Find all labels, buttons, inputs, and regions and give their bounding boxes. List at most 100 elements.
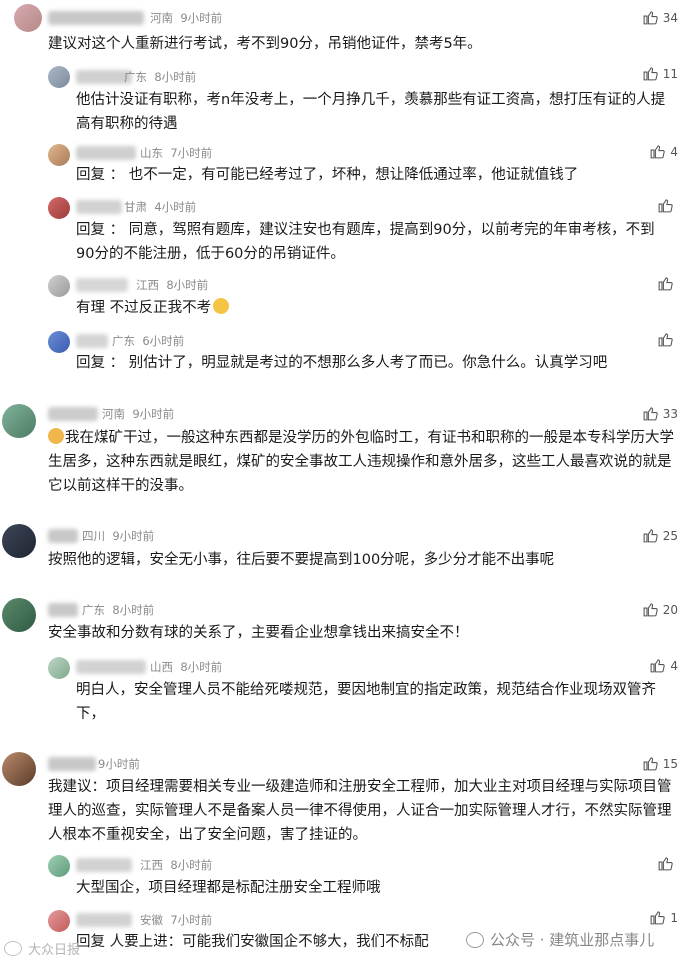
avatar[interactable] (48, 855, 70, 877)
like-button[interactable]: 20 (642, 601, 678, 618)
comment-text: 回复 ： 同意，驾照有题库，建议注安也有题库，提高到90分，以前考完的年审考核，… (76, 222, 655, 262)
reply-comment: 广东 6小时前 回复 ： 别估计了，明显就是考过的不想那么多人考了而已。你急什么… (0, 326, 686, 396)
avatar[interactable] (48, 331, 70, 353)
comment-text: 大型国企，项目经理都是标配注册安全工程师哦 (76, 880, 381, 896)
comment-text: 建议对这个人重新进行考试，考不到90分，吊销他证件，禁考5年。 (48, 36, 482, 52)
avatar[interactable] (48, 275, 70, 297)
thumbs-up-icon (643, 67, 658, 81)
like-button[interactable] (657, 197, 678, 214)
avatar[interactable] (2, 404, 36, 438)
comment-meta: 广东 8小时前 (124, 70, 197, 84)
comment-text: 回复 人要上进：可能我们安徽国企不够大，我们不标配 (76, 934, 429, 950)
username-blurred[interactable] (76, 278, 128, 292)
like-button[interactable] (657, 275, 678, 292)
avatar[interactable] (2, 752, 36, 786)
avatar[interactable] (14, 4, 42, 32)
comment-text: 回复 ： 别估计了，明显就是考过的不想那么多人考了而已。你急什么。认真学习吧 (76, 355, 608, 371)
reply-comment: 江西 8小时前 有理 不过反正我不考 (0, 270, 686, 326)
comment-meta: 山东 7小时前 (140, 146, 213, 160)
like-button[interactable]: 15 (642, 755, 678, 772)
thumbs-up-icon (643, 11, 658, 25)
username-blurred[interactable] (76, 913, 132, 927)
comment: 河南 9小时前 我在煤矿干过，一般这种东西都是没学历的外包临时工，有证书和职称的… (0, 398, 686, 520)
avatar[interactable] (2, 524, 36, 558)
comment-meta: 河南 9小时前 (102, 407, 175, 421)
username-blurred[interactable] (76, 660, 146, 674)
like-count: 20 (662, 602, 678, 617)
thumbs-up-icon (658, 199, 673, 213)
thumbs-up-icon (658, 277, 673, 291)
like-count: 34 (662, 10, 678, 25)
avatar[interactable] (48, 66, 70, 88)
emoji-smile-icon (213, 298, 230, 314)
like-count: 15 (662, 756, 678, 771)
like-count: 33 (662, 406, 678, 421)
thumbs-up-icon (658, 333, 673, 347)
thumbs-up-icon (658, 857, 673, 871)
watermark-left: 大众日报 (4, 939, 80, 958)
comment-meta: 甘肃 4小时前 (124, 200, 197, 214)
comment-text: 按照他的逻辑，安全无小事，往后要不要提高到100分呢，多少分才能不出事呢 (48, 552, 555, 568)
like-button[interactable]: 11 (642, 65, 678, 82)
comment-text: 明白人，安全管理人员不能给死喽规范，要因地制宜的指定政策，规范结合作业现场双管齐… (76, 682, 656, 722)
comment-text: 他估计没证有职称，考n年没考上，一个月挣几千，羡慕那些有证工资高，想打压有证的人… (76, 92, 666, 132)
like-count: 4 (670, 658, 678, 673)
thumbs-up-icon (650, 659, 666, 673)
like-button[interactable]: 25 (642, 527, 678, 544)
username-blurred[interactable] (48, 407, 98, 421)
emoji-cat-icon (48, 428, 64, 444)
avatar[interactable] (2, 598, 36, 632)
comment-meta: 广东 6小时前 (112, 334, 185, 348)
comment-meta: 广东 8小时前 (82, 603, 155, 617)
like-button[interactable]: 4 (649, 657, 678, 674)
like-button[interactable]: 1 (649, 909, 678, 926)
comment-text: 有理 不过反正我不考 (76, 296, 666, 320)
reply-comment: 山东 7小时前 回复 ： 也不一定，有可能已经考过了，坏种，想让降低通过率，他证… (0, 138, 686, 194)
username-blurred[interactable] (48, 11, 144, 25)
comment-text: 我建议：项目经理需要相关专业一级建造师和注册安全工程师，加大业主对项目经理与实际… (48, 779, 672, 843)
like-count: 25 (662, 528, 678, 543)
like-count: 1 (670, 910, 678, 925)
avatar[interactable] (48, 657, 70, 679)
comment-text: 我在煤矿干过，一般这种东西都是没学历的外包临时工，有证书和职称的一般是本专科学历… (48, 428, 674, 494)
reply-comment: 江西 8小时前 大型国企，项目经理都是标配注册安全工程师哦 (0, 850, 686, 906)
comment-meta: 河南 9小时前 (150, 11, 223, 25)
like-count: 11 (662, 66, 678, 81)
reply-comment: 山西 8小时前 明白人，安全管理人员不能给死喽规范，要因地制宜的指定政策，规范结… (0, 652, 686, 744)
wechat-logo-icon (466, 931, 484, 948)
comment: 四川 9小时前 按照他的逻辑，安全无小事，往后要不要提高到100分呢，多少分才能… (0, 520, 686, 594)
like-button[interactable] (657, 855, 678, 872)
comment: 广东 8小时前 安全事故和分数有球的关系了，主要看企业想拿钱出来搞安全不！ 20 (0, 594, 686, 652)
reply-comment: 甘肃 4小时前 回复 ： 同意，驾照有题库，建议注安也有题库，提高到90分，以前… (0, 194, 686, 270)
username-blurred[interactable] (76, 200, 122, 214)
thumbs-up-icon (650, 145, 666, 159)
username-blurred[interactable] (76, 146, 136, 160)
comment: 9小时前 我建议：项目经理需要相关专业一级建造师和注册安全工程师，加大业主对项目… (0, 748, 686, 850)
like-button[interactable]: 4 (649, 143, 678, 160)
comment-meta: 江西 8小时前 (140, 858, 213, 872)
like-button[interactable]: 33 (642, 405, 678, 422)
thumbs-up-icon (643, 603, 658, 617)
weibo-logo-icon (4, 941, 22, 956)
thumbs-up-icon (643, 407, 658, 421)
thumbs-up-icon (643, 529, 658, 543)
comment-meta: 江西 8小时前 (136, 278, 209, 292)
like-count: 4 (670, 144, 678, 159)
like-button[interactable]: 34 (642, 9, 678, 26)
thumbs-up-icon (643, 757, 658, 771)
comment: 河南 9小时前 建议对这个人重新进行考试，考不到90分，吊销他证件，禁考5年。 … (0, 0, 686, 60)
username-blurred[interactable] (48, 757, 96, 771)
comment-text: 安全事故和分数有球的关系了，主要看企业想拿钱出来搞安全不！ (48, 625, 469, 641)
reply-comment: 广东 8小时前 他估计没证有职称，考n年没考上，一个月挣几千，羡慕那些有证工资高… (0, 60, 686, 140)
username-blurred[interactable] (76, 858, 132, 872)
avatar[interactable] (48, 197, 70, 219)
watermark-right: 公众号 · 建筑业那点事儿 (466, 929, 654, 950)
avatar[interactable] (48, 910, 70, 932)
username-blurred[interactable] (48, 603, 78, 617)
username-blurred[interactable] (76, 334, 108, 348)
like-button[interactable] (657, 331, 678, 348)
comment-meta: 9小时前 (98, 757, 140, 771)
thumbs-up-icon (650, 911, 666, 925)
username-blurred[interactable] (48, 529, 78, 543)
avatar[interactable] (48, 144, 70, 166)
